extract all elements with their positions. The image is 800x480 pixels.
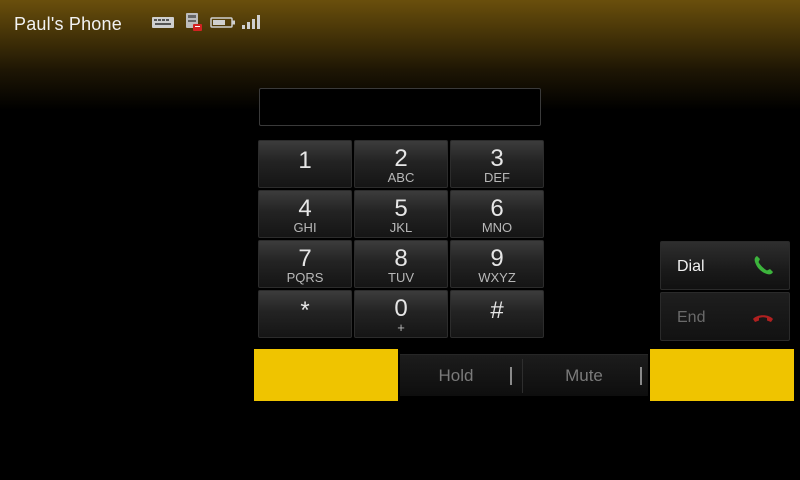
hold-button[interactable]: Hold xyxy=(400,355,512,397)
key-0[interactable]: 0 + xyxy=(354,290,448,338)
key-digit: 9 xyxy=(490,245,504,272)
key-digit: 1 xyxy=(298,147,312,174)
key-digit: 4 xyxy=(298,195,312,222)
device-name: Paul's Phone xyxy=(14,14,122,34)
key-letters: JKL xyxy=(389,220,413,235)
key-letters: MNO xyxy=(481,220,513,235)
call-action-strip: Hold Mute xyxy=(400,354,648,396)
key-5[interactable]: 5 JKL xyxy=(354,190,448,238)
dial-button[interactable]: Dial xyxy=(660,241,790,290)
status-bar: Paul's Phone xyxy=(0,0,800,50)
key-digit: # xyxy=(490,297,504,324)
key-digit: 2 xyxy=(394,145,408,172)
key-letters: DEF xyxy=(484,170,510,185)
phone-pickup-icon xyxy=(754,256,773,275)
key-9[interactable]: 9 WXYZ xyxy=(450,240,544,288)
right-softkey[interactable] xyxy=(650,349,794,401)
key-letters: WXYZ xyxy=(478,270,516,285)
key-hash[interactable]: # xyxy=(450,290,544,338)
phonebook-icon xyxy=(186,13,202,31)
key-1[interactable]: 1 xyxy=(258,140,352,188)
separator xyxy=(640,367,642,385)
separator xyxy=(510,367,512,385)
key-digit: 8 xyxy=(394,245,408,272)
key-letters: TUV xyxy=(388,270,414,285)
key-3[interactable]: 3 DEF xyxy=(450,140,544,188)
call-controls: Dial End xyxy=(660,241,790,343)
key-digit: 6 xyxy=(490,195,504,222)
dial-label: Dial xyxy=(677,258,705,275)
message-icon xyxy=(152,17,174,28)
key-digit: 5 xyxy=(394,195,408,222)
phone-screen: Paul's Phone 1 2 ABC 3 DEF 4 GHI 5 JKL 6… xyxy=(0,0,800,480)
key-6[interactable]: 6 MNO xyxy=(450,190,544,238)
key-letters: + xyxy=(397,320,405,335)
key-7[interactable]: 7 PQRS xyxy=(258,240,352,288)
end-button[interactable]: End xyxy=(660,292,790,341)
key-4[interactable]: 4 GHI xyxy=(258,190,352,238)
key-digit: 7 xyxy=(298,245,312,272)
key-letters: ABC xyxy=(387,170,415,185)
battery-icon xyxy=(210,17,235,28)
key-digit: * xyxy=(300,297,310,324)
key-2[interactable]: 2 ABC xyxy=(354,140,448,188)
key-digit: 3 xyxy=(490,145,504,172)
key-star[interactable]: * xyxy=(258,290,352,338)
phone-hangup-icon xyxy=(753,315,773,322)
key-8[interactable]: 8 TUV xyxy=(354,240,448,288)
left-softkey[interactable] xyxy=(254,349,398,401)
key-digit: 0 xyxy=(394,295,408,322)
key-letters: PQRS xyxy=(286,270,324,285)
mute-button[interactable]: Mute xyxy=(524,355,644,397)
signal-icon xyxy=(242,15,260,29)
key-letters: GHI xyxy=(293,220,317,235)
dial-keypad: 1 2 ABC 3 DEF 4 GHI 5 JKL 6 MNO 7 PQRS 8… xyxy=(258,140,544,342)
divider xyxy=(522,359,523,393)
number-display[interactable] xyxy=(259,88,541,126)
end-label: End xyxy=(677,309,706,326)
